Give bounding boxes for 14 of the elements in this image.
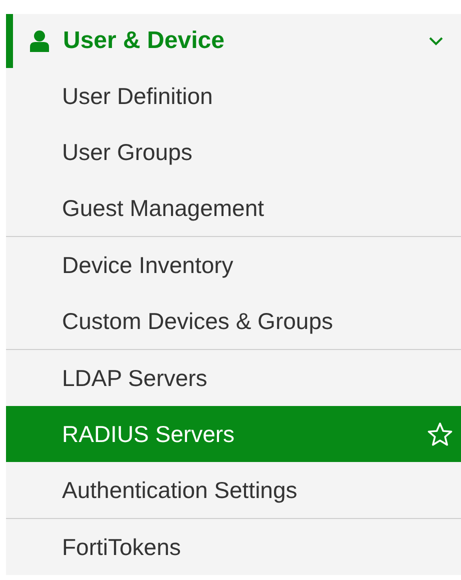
menu-item[interactable]: User Definition	[6, 68, 461, 124]
menu-item[interactable]: Custom Devices & Groups	[6, 293, 461, 349]
menu-item[interactable]: FortiTokens	[6, 519, 461, 575]
menu-item[interactable]: Guest Management	[6, 180, 461, 236]
menu-item[interactable]: Authentication Settings	[6, 462, 461, 518]
user-icon	[30, 30, 49, 52]
menu-item[interactable]: LDAP Servers	[6, 350, 461, 406]
chevron-icon	[429, 36, 443, 46]
menu-item[interactable]: RADIUS Servers	[6, 406, 461, 462]
star-icon[interactable]	[427, 422, 453, 446]
menu-item[interactable]: Device Inventory	[6, 237, 461, 293]
section-header[interactable]: User & Device	[6, 14, 461, 68]
section-title: User & Device	[63, 27, 226, 55]
menu-item[interactable]: User Groups	[6, 124, 461, 180]
